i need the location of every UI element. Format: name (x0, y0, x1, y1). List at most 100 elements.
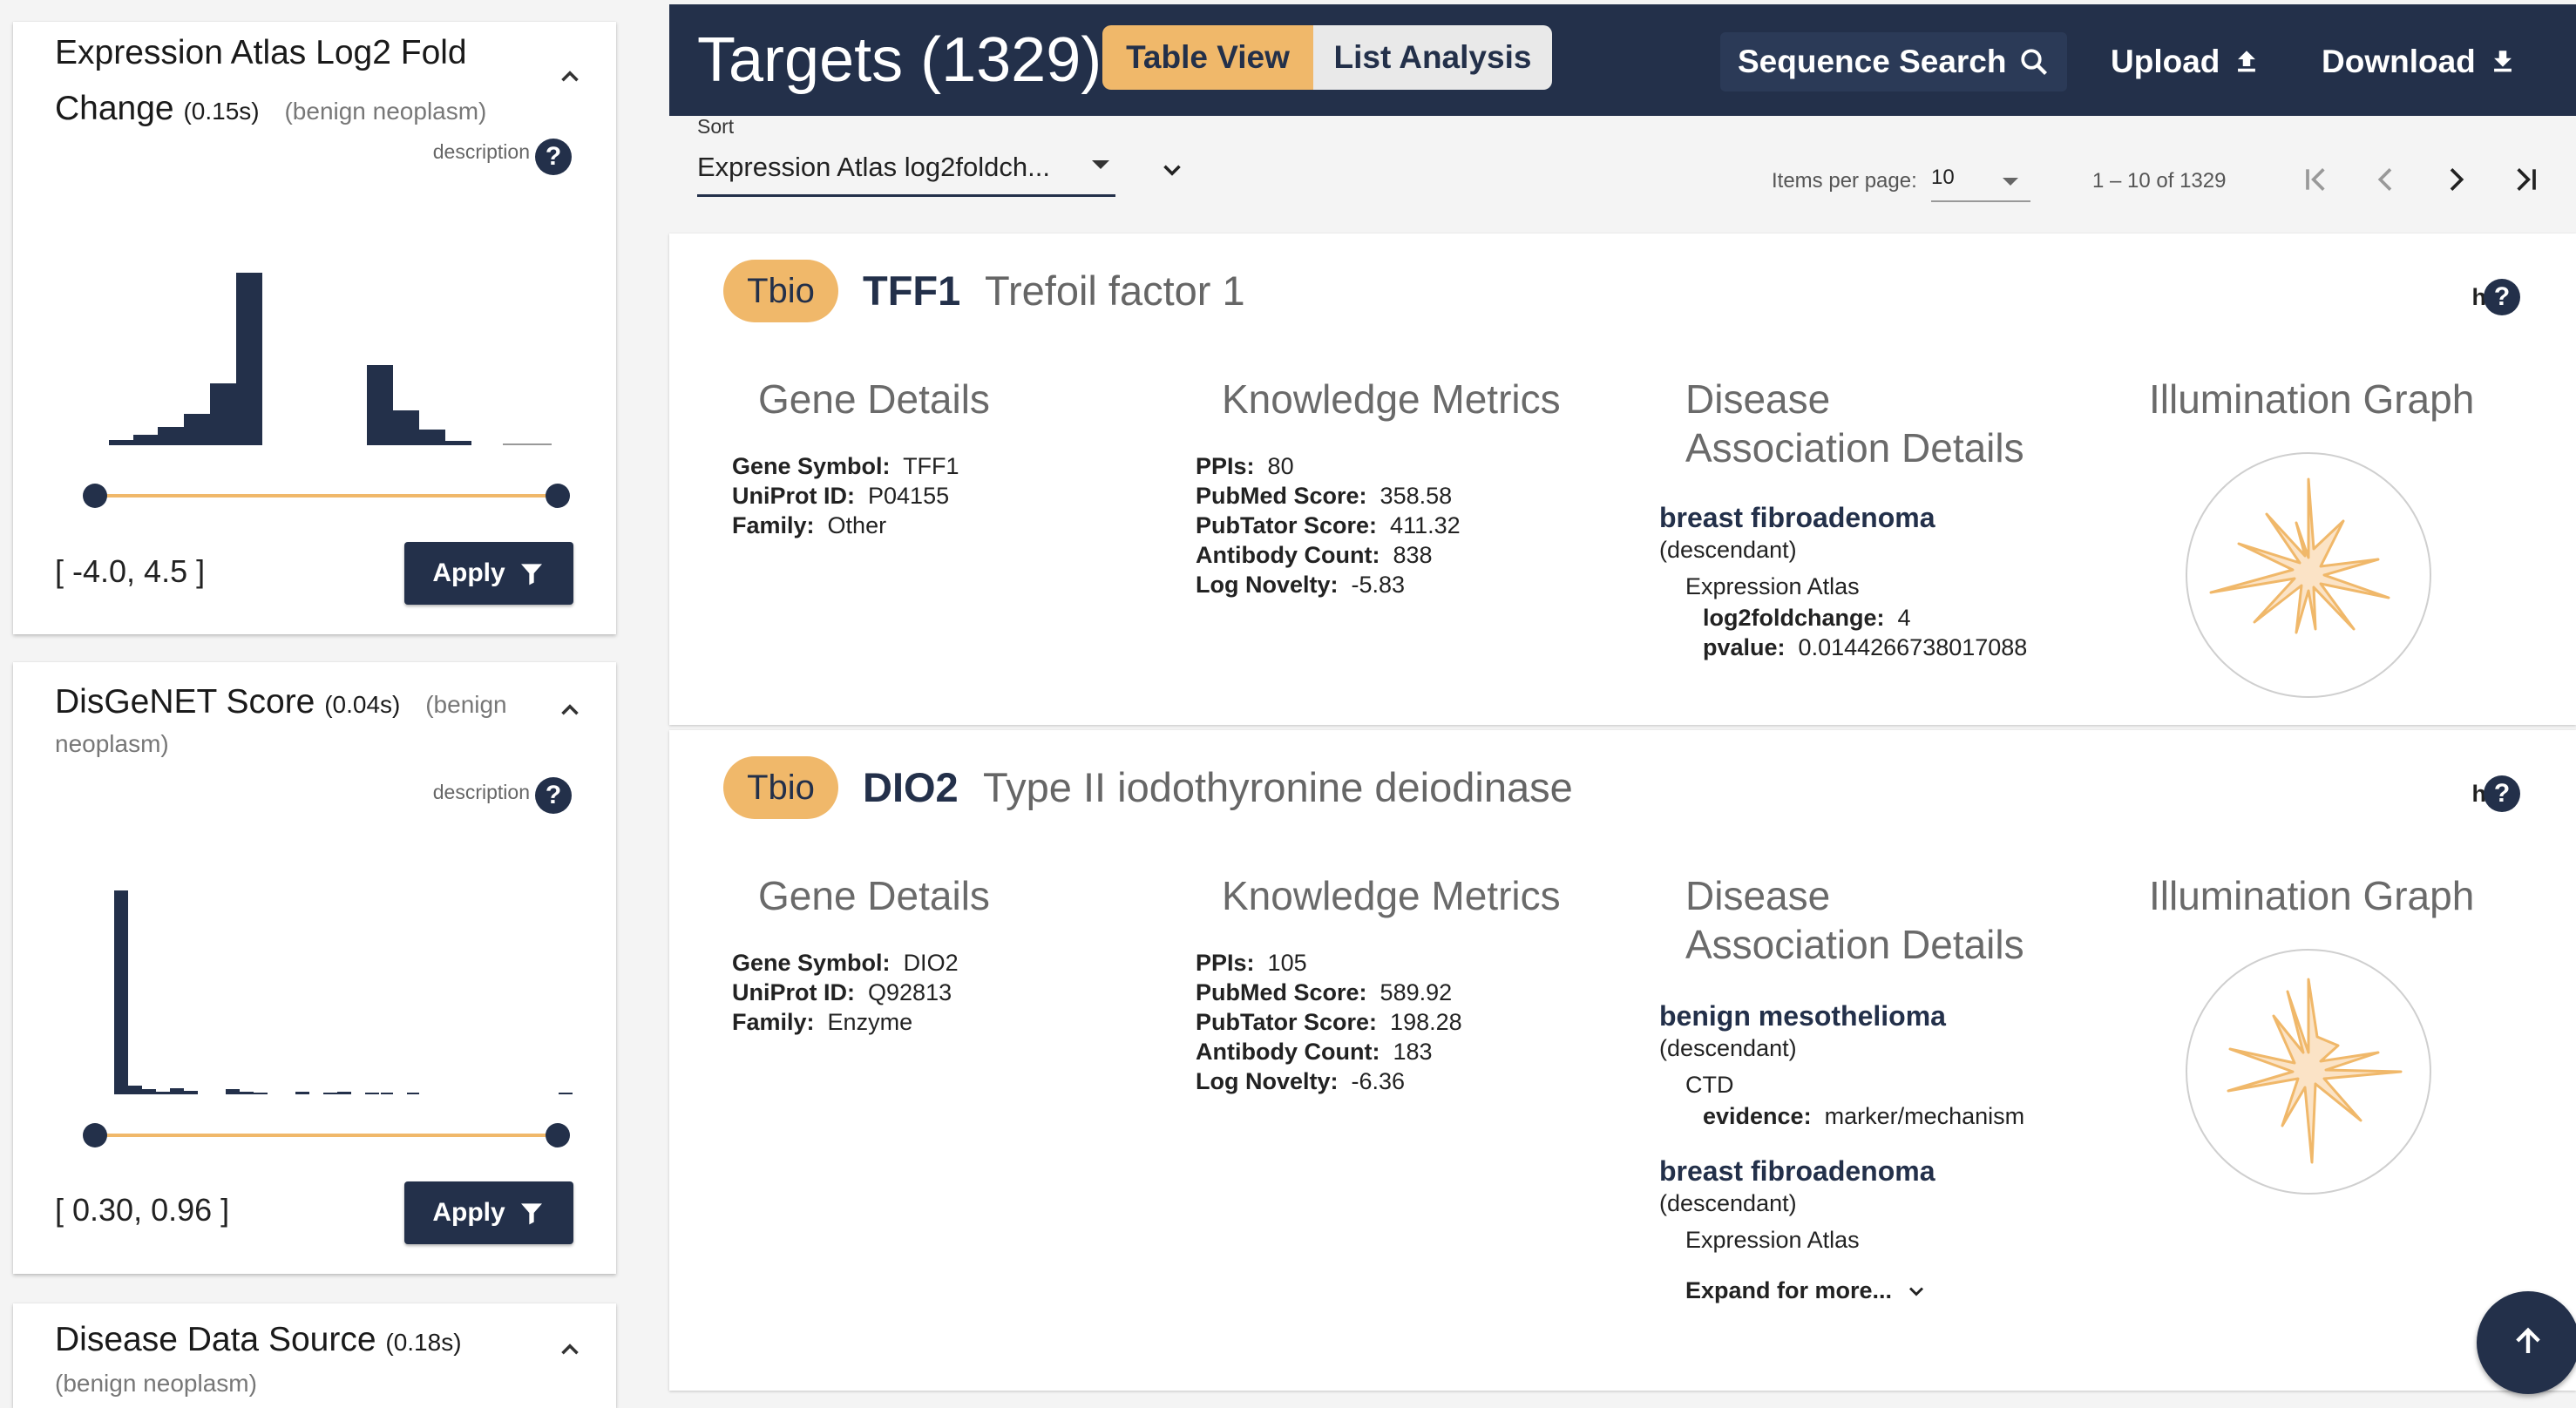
metric-row: Log Novelty: -6.36 (1196, 1068, 1406, 1094)
target-symbol[interactable]: TFF1 (863, 260, 960, 322)
knowledge-metrics-title: Knowledge Metrics (1222, 376, 1561, 422)
histogram-bar (419, 430, 445, 445)
chevron-down-icon (1909, 1286, 1924, 1296)
histogram-bar (156, 1092, 170, 1094)
family-row: Family: Other (732, 512, 887, 538)
arrow-up-icon (2516, 1327, 2540, 1353)
last-page-icon[interactable] (2508, 162, 2543, 197)
items-per-page-arrow-icon[interactable] (2003, 178, 2018, 186)
range-slider-max-handle[interactable] (546, 484, 570, 508)
description-label: description (432, 140, 530, 163)
items-per-page-value: 10 (1931, 166, 1955, 189)
histogram-bar (323, 1093, 337, 1094)
metric-row: Log Novelty: -5.83 (1196, 572, 1406, 598)
disease-association-title: Disease (1685, 376, 1831, 422)
next-page-icon[interactable] (2438, 162, 2473, 197)
illumination-graph-title: Illumination Graph (2149, 376, 2475, 422)
disease-fields: evidence: marker/mechanism (1703, 1101, 2024, 1131)
range-slider-min-handle[interactable] (83, 1123, 107, 1147)
download-button[interactable]: Download (2304, 32, 2535, 91)
histogram-bar (142, 1089, 156, 1094)
histogram-bar (254, 1093, 268, 1094)
help-icon[interactable]: ? (2484, 279, 2520, 315)
disease-link[interactable]: benign mesothelioma (1659, 1000, 1946, 1032)
filter-context: (benign (425, 691, 507, 718)
filter-card-disease-source: Disease Data Source (0.18s) (benign neop… (13, 1303, 616, 1408)
apply-button[interactable]: Apply (404, 1181, 573, 1244)
metric-row: PubMed Score: 358.58 (1196, 483, 1453, 509)
filter-title: Expression Atlas Log2 Fold (55, 34, 467, 71)
sort-direction-chevron-icon[interactable] (1157, 155, 1187, 185)
sort-select[interactable]: Expression Atlas log2foldch... (697, 146, 1115, 197)
filter-title: DisGeNET Score (0.04s) (benign (55, 683, 507, 721)
disease-link[interactable]: breast fibroadenoma (1659, 502, 1935, 534)
gene-details: Gene Symbol: TFF1 UniProt ID: P04155 Fam… (732, 451, 959, 540)
gene-symbol-row: Gene Symbol: DIO2 (732, 950, 959, 976)
family-row: Family: Enzyme (732, 1009, 913, 1035)
range-slider-max-handle[interactable] (546, 1123, 570, 1147)
tab-table-view[interactable]: Table View (1102, 25, 1313, 90)
histogram-bar (559, 1093, 573, 1094)
filter-title: Disease Data Source (0.18s) (55, 1321, 462, 1358)
range-slider-track[interactable] (95, 494, 559, 498)
disease-link[interactable]: breast fibroadenoma (1659, 1155, 1935, 1188)
description-help-icon[interactable]: ? (535, 777, 572, 814)
range-value: [ -4.0, 4.5 ] (55, 553, 206, 589)
scroll-to-top-button[interactable] (2477, 1291, 2576, 1394)
filter-card-log2fc: Expression Atlas Log2 Fold Change (0.15s… (13, 22, 616, 634)
upload-button[interactable]: Upload (2093, 32, 2279, 91)
collapse-chevron-icon[interactable] (555, 1335, 585, 1364)
histogram-bar (337, 1092, 351, 1094)
gene-symbol-row: Gene Symbol: TFF1 (732, 453, 959, 479)
range-slider-min-handle[interactable] (83, 484, 107, 508)
search-icon (2021, 49, 2048, 75)
sort-dropdown-arrow-icon[interactable] (1092, 160, 1109, 169)
disease-field-row: evidence: marker/mechanism (1703, 1103, 2025, 1129)
disease-association-title: Disease (1685, 873, 1831, 918)
metric-row: Antibody Count: 838 (1196, 542, 1433, 568)
first-page-icon[interactable] (2299, 162, 2334, 197)
histogram-bar (170, 1088, 184, 1094)
filter-context-line2: neoplasm) (55, 730, 169, 757)
expand-more-label: Expand for more... (1685, 1277, 1893, 1303)
histogram-bar (184, 1091, 198, 1094)
gene-details: Gene Symbol: DIO2 UniProt ID: Q92813 Fam… (732, 948, 959, 1037)
apply-button[interactable]: Apply (404, 542, 573, 605)
help-icon[interactable]: ? (2484, 775, 2520, 812)
tab-list-analysis[interactable]: List Analysis (1313, 25, 1552, 90)
tdl-badge: Tbio (723, 756, 838, 819)
disease-source: Expression Atlas (1685, 1227, 1860, 1253)
expand-more-button[interactable]: Expand for more... (1685, 1277, 1929, 1304)
collapse-chevron-icon[interactable] (555, 695, 585, 725)
histogram-bar (407, 1093, 419, 1094)
uniprot-row: UniProt ID: P04155 (732, 483, 950, 509)
knowledge-metrics: PPIs: 80 PubMed Score: 358.58 PubTator S… (1196, 451, 1461, 599)
range-slider-track[interactable] (95, 1134, 559, 1137)
previous-page-icon[interactable] (2369, 162, 2403, 197)
collapse-chevron-icon[interactable] (555, 62, 585, 91)
target-card: Tbio TFF1 Trefoil factor 1 help ? Gene D… (669, 234, 2576, 725)
range-value: [ 0.30, 0.96 ] (55, 1192, 230, 1228)
description-help-icon[interactable]: ? (535, 139, 572, 175)
histogram-bar (503, 443, 552, 445)
download-icon (2493, 51, 2512, 72)
filter-card-disgenet: DisGeNET Score (0.04s) (benign neoplasm)… (13, 662, 616, 1274)
disease-relation: (descendant) (1659, 1190, 1797, 1216)
sequence-search-button[interactable]: Sequence Search (1720, 32, 2068, 91)
filter-context: (benign neoplasm) (284, 98, 487, 125)
filter-time: (0.18s) (385, 1329, 462, 1356)
disease-source: CTD (1685, 1072, 1734, 1098)
filter-icon (520, 1203, 542, 1225)
disease-fields: log2foldchange: 4 pvalue: 0.014426673801… (1703, 603, 2027, 662)
illumination-graph[interactable] (2185, 451, 2432, 699)
illumination-graph[interactable] (2185, 948, 2432, 1195)
tdl-badge: Tbio (723, 260, 838, 322)
histogram-bar (367, 365, 393, 445)
target-symbol[interactable]: DIO2 (863, 756, 959, 819)
histogram-bar (365, 1093, 379, 1094)
apply-label: Apply (432, 558, 505, 587)
knowledge-metrics: PPIs: 105 PubMed Score: 589.92 PubTator … (1196, 948, 1462, 1096)
histogram-bar (158, 427, 184, 445)
target-name: Type II iodothyronine deiodinase (983, 764, 1573, 810)
histogram (109, 273, 552, 445)
